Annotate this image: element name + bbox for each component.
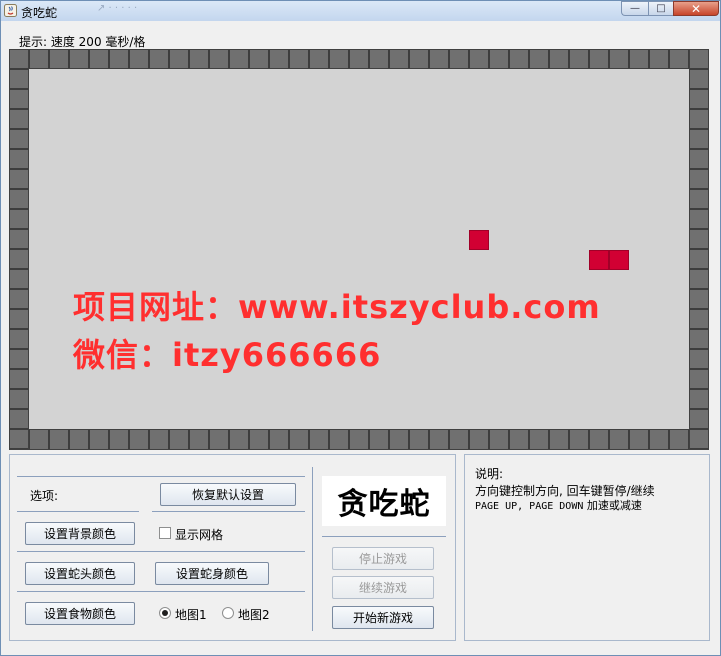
game-board[interactable]: 项目网址：www.itszyclub.com 微信：itzy666666 <box>9 49 709 450</box>
set-background-color-button[interactable]: 设置背景颜色 <box>25 522 135 545</box>
maximize-button[interactable]: □ <box>648 1 673 16</box>
separator <box>17 476 305 477</box>
snake-head-cell <box>609 250 629 270</box>
food-cell <box>469 230 489 250</box>
help-line-2: PAGE UP, PAGE DOWN 加速或减速 <box>475 497 642 513</box>
app-window: 贪吃蛇 ↗ · · · · · — □ ✕ 提示: 速度 200 毫秒/格 项目… <box>0 0 721 656</box>
vertical-separator <box>312 467 313 631</box>
minimize-button[interactable]: — <box>621 1 648 16</box>
wall-top <box>9 49 709 69</box>
help-line-2-text: 加速或减速 <box>583 499 642 512</box>
window-title: 贪吃蛇 <box>21 6 58 20</box>
map1-radio[interactable] <box>159 607 171 619</box>
show-grid-label[interactable]: 显示网格 <box>175 526 223 543</box>
separator <box>322 536 446 537</box>
background-title-ghost: ↗ · · · · · <box>97 3 138 14</box>
options-panel: 选项: 恢复默认设置 设置背景颜色 显示网格 设置蛇头颜色 设置蛇身颜色 设置食… <box>9 454 456 641</box>
java-icon <box>4 4 17 17</box>
help-title: 说明: <box>475 467 504 481</box>
options-label: 选项: <box>30 489 59 503</box>
wall-right <box>689 49 709 450</box>
help-panel: 说明: 方向键控制方向, 回车键暂停/继续 PAGE UP, PAGE DOWN… <box>464 454 710 641</box>
map2-label[interactable]: 地图2 <box>238 606 270 623</box>
set-body-color-button[interactable]: 设置蛇身颜色 <box>155 562 269 585</box>
minimize-icon: — <box>630 2 640 14</box>
wall-bottom <box>9 429 709 450</box>
stop-game-button[interactable]: 停止游戏 <box>332 547 434 570</box>
separator <box>17 511 139 512</box>
snake-body-cell <box>589 250 609 270</box>
close-button[interactable]: ✕ <box>673 1 719 16</box>
watermark-line-2: 微信：itzy666666 <box>73 336 382 374</box>
title-bar[interactable]: 贪吃蛇 ↗ · · · · · — □ ✕ <box>1 1 720 21</box>
set-head-color-button[interactable]: 设置蛇头颜色 <box>25 562 135 585</box>
resume-game-button[interactable]: 继续游戏 <box>332 576 434 599</box>
speed-hint: 提示: 速度 200 毫秒/格 <box>19 35 146 49</box>
watermark-line-1: 项目网址：www.itszyclub.com <box>73 288 601 326</box>
separator <box>17 551 305 552</box>
separator <box>152 511 305 512</box>
separator <box>17 591 305 592</box>
set-food-color-button[interactable]: 设置食物颜色 <box>25 602 135 625</box>
help-keys: PAGE UP, PAGE DOWN <box>475 501 584 512</box>
close-icon: ✕ <box>690 1 702 16</box>
map1-label[interactable]: 地图1 <box>175 606 207 623</box>
restore-defaults-button[interactable]: 恢复默认设置 <box>160 483 296 506</box>
game-logo: 贪吃蛇 <box>322 476 446 526</box>
wall-left <box>9 49 29 450</box>
window-controls: — □ ✕ <box>621 1 719 16</box>
new-game-button[interactable]: 开始新游戏 <box>332 606 434 629</box>
maximize-icon: □ <box>656 2 666 14</box>
map2-radio[interactable] <box>222 607 234 619</box>
show-grid-checkbox[interactable] <box>159 527 171 539</box>
